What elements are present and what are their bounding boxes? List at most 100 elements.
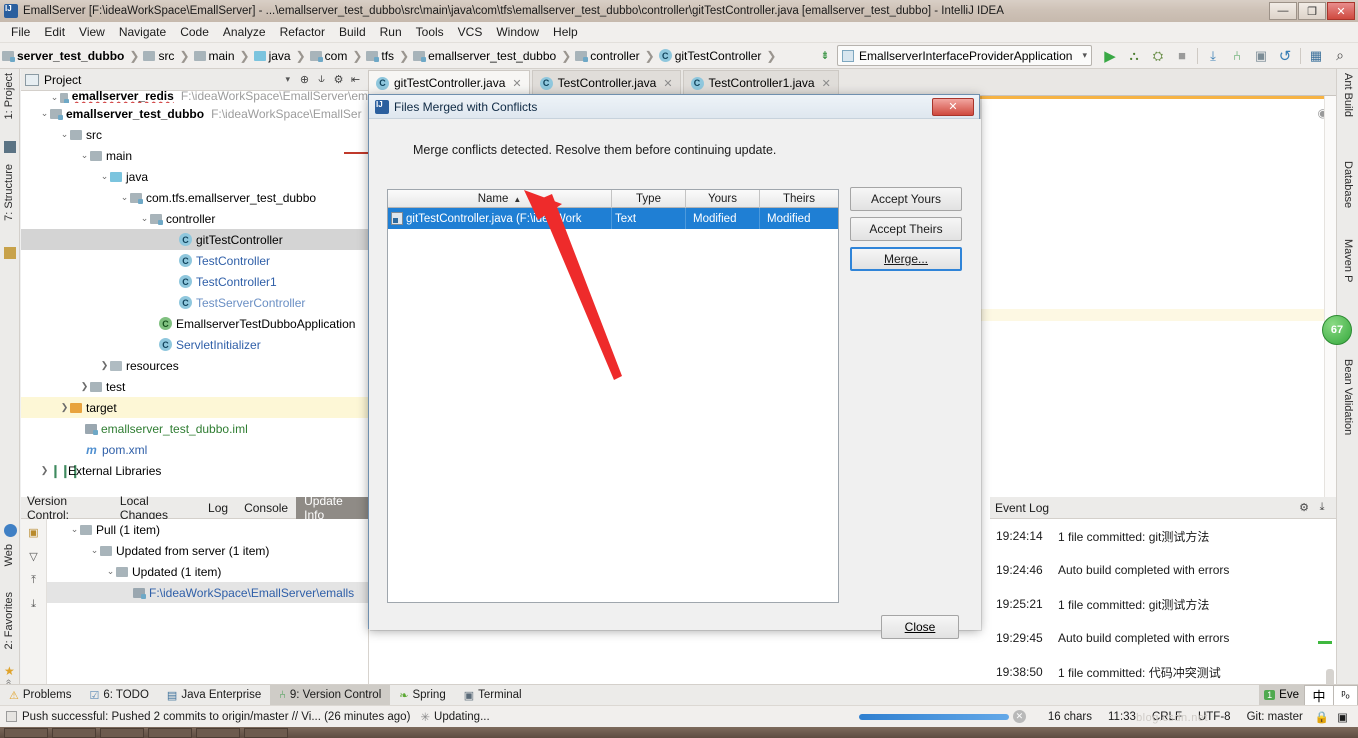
twisty-icon[interactable]: ❯ bbox=[39, 465, 50, 476]
event-log-scrollbar[interactable] bbox=[1326, 669, 1334, 684]
sidebar-item-ant-build[interactable]: Ant Build bbox=[1342, 73, 1354, 117]
twisty-icon[interactable]: ⌄ bbox=[39, 108, 50, 119]
breadcrumb-class[interactable]: C gitTestController bbox=[658, 49, 764, 63]
tool-tab-spring[interactable]: ❧ Spring bbox=[390, 685, 454, 706]
column-header-theirs[interactable]: Theirs bbox=[760, 190, 838, 208]
twisty-icon[interactable]: ❯ bbox=[59, 402, 70, 413]
sort-numeric-icon[interactable]: ⇟ bbox=[813, 45, 837, 67]
debug-icon[interactable]: ⛬ bbox=[1122, 45, 1146, 67]
twisty-icon[interactable]: ⌄ bbox=[105, 566, 116, 577]
hide-icon[interactable]: ⇤ bbox=[347, 71, 364, 89]
run-configuration-selector[interactable]: EmallserverInterfaceProviderApplication … bbox=[837, 45, 1092, 66]
menu-edit[interactable]: Edit bbox=[37, 23, 72, 41]
tab-log[interactable]: Log bbox=[200, 497, 236, 519]
vcs-commit-icon[interactable]: ⑃ bbox=[1225, 45, 1249, 67]
twisty-icon[interactable]: ❯ bbox=[79, 381, 90, 392]
tree-row-target[interactable]: ❯ target bbox=[21, 397, 368, 418]
search-icon[interactable]: ⌕ bbox=[1328, 45, 1352, 67]
taskbar-item[interactable] bbox=[100, 728, 144, 738]
list-item[interactable]: 19:25:21 1 file committed: git测试方法 bbox=[990, 587, 1336, 621]
accept-yours-button[interactable]: Accept Yours bbox=[850, 187, 962, 211]
taskbar-item[interactable] bbox=[148, 728, 192, 738]
tree-row[interactable]: ⌄ Updated (1 item) bbox=[47, 561, 368, 582]
menu-analyze[interactable]: Analyze bbox=[216, 23, 273, 41]
breadcrumb-package[interactable]: emallserver_test_dubbo bbox=[412, 49, 558, 63]
taskbar-item[interactable] bbox=[244, 728, 288, 738]
cancel-icon[interactable]: ✕ bbox=[1012, 710, 1026, 723]
twisty-icon[interactable]: ⌄ bbox=[119, 192, 130, 203]
expand-all-icon[interactable]: ⤒ bbox=[24, 570, 44, 590]
twisty-icon[interactable]: ⌄ bbox=[59, 129, 70, 140]
sidebar-item-project[interactable]: 1: Project bbox=[3, 73, 15, 119]
memory-indicator-icon[interactable] bbox=[6, 711, 17, 722]
list-item[interactable]: 19:24:46 Auto build completed with error… bbox=[990, 553, 1336, 587]
close-window-button[interactable]: ✕ bbox=[1327, 2, 1355, 20]
conflicts-table[interactable]: Name ▲ Type Yours Theirs gitTestControll… bbox=[387, 189, 839, 603]
close-dialog-button[interactable]: Close bbox=[881, 615, 959, 639]
tree-row[interactable]: ❯ resources bbox=[99, 355, 368, 376]
tree-row-git-test-controller[interactable]: C gitTestController bbox=[21, 229, 368, 250]
column-header-type[interactable]: Type bbox=[612, 190, 686, 208]
menu-window[interactable]: Window bbox=[489, 23, 546, 41]
taskbar-item[interactable] bbox=[52, 728, 96, 738]
menu-refactor[interactable]: Refactor bbox=[273, 23, 332, 41]
collapse-target-icon[interactable]: ⊕ bbox=[296, 71, 313, 89]
update-info-tree[interactable]: ⌄ Pull (1 item) ⌄ Updated from server (1… bbox=[47, 519, 368, 684]
tool-tab-version-control[interactable]: ⑃ 9: Version Control bbox=[270, 684, 391, 706]
tree-row[interactable]: emallserver_test_dubbo.iml bbox=[21, 418, 368, 439]
tab-console[interactable]: Console bbox=[236, 497, 296, 519]
menu-navigate[interactable]: Navigate bbox=[112, 23, 173, 41]
filter-icon[interactable]: ▽ bbox=[24, 546, 44, 566]
layout-icon[interactable]: ▦ bbox=[1304, 45, 1328, 67]
list-item[interactable]: 19:38:50 1 file committed: 代码冲突测试 bbox=[990, 655, 1336, 684]
revert-icon[interactable]: ↺ bbox=[1273, 45, 1297, 67]
inspection-badge[interactable]: 67 bbox=[1322, 315, 1352, 345]
expand-collapse-icon[interactable]: ⫝ bbox=[313, 71, 330, 89]
event-log-list[interactable]: 19:24:14 1 file committed: git测试方法 19:24… bbox=[990, 519, 1336, 684]
lock-icon[interactable]: 🔒 bbox=[1311, 710, 1333, 724]
tree-row[interactable]: ⌄ com.tfs.emallserver_test_dubbo bbox=[119, 187, 368, 208]
merge-button[interactable]: Merge... bbox=[850, 247, 962, 271]
close-icon[interactable]: ✕ bbox=[512, 77, 521, 90]
twisty-icon[interactable]: ⌄ bbox=[49, 92, 60, 103]
breadcrumb-com[interactable]: com bbox=[309, 49, 350, 63]
tool-tab-todo[interactable]: ☑ 6: TODO bbox=[80, 685, 157, 706]
twisty-icon[interactable]: ⌄ bbox=[99, 171, 110, 182]
list-item[interactable]: 19:29:45 Auto build completed with error… bbox=[990, 621, 1336, 655]
breadcrumb-main[interactable]: main bbox=[193, 49, 237, 63]
menu-help[interactable]: Help bbox=[546, 23, 585, 41]
sidebar-item-database[interactable]: Database bbox=[1342, 161, 1354, 208]
menu-view[interactable]: View bbox=[72, 23, 112, 41]
tree-row[interactable]: ⌄ controller bbox=[139, 208, 368, 229]
tree-row[interactable]: ⌄ src bbox=[59, 124, 368, 145]
menu-vcs[interactable]: VCS bbox=[451, 23, 490, 41]
tab-update-info[interactable]: Update Info bbox=[296, 494, 368, 522]
accept-theirs-button[interactable]: Accept Theirs bbox=[850, 217, 962, 241]
settings-icon[interactable]: ⚙ bbox=[330, 71, 347, 89]
breadcrumb-controller[interactable]: controller bbox=[574, 49, 641, 63]
tree-row[interactable]: ⌄ main bbox=[79, 145, 368, 166]
git-branch[interactable]: Git: master bbox=[1239, 711, 1311, 723]
column-header-yours[interactable]: Yours bbox=[686, 190, 760, 208]
sidebar-item-favorites[interactable]: 2: Favorites bbox=[3, 592, 15, 649]
update-project-icon[interactable]: ⤓ bbox=[1201, 45, 1225, 67]
close-icon[interactable]: ✕ bbox=[822, 77, 831, 90]
tab-git-test-controller[interactable]: C gitTestController.java ✕ bbox=[368, 70, 530, 95]
event-log-badge[interactable]: 1 Eve bbox=[1259, 684, 1304, 706]
menu-build[interactable]: Build bbox=[332, 23, 373, 41]
tree-row[interactable]: C TestController bbox=[21, 250, 368, 271]
coverage-icon[interactable]: ⛭ bbox=[1146, 45, 1170, 67]
sidebar-item-web[interactable]: Web bbox=[3, 544, 15, 566]
tree-row[interactable]: ⌄ emallserver_test_dubbo F:\ideaWorkSpac… bbox=[39, 103, 368, 124]
twisty-icon[interactable]: ❯ bbox=[99, 360, 110, 371]
menu-file[interactable]: File bbox=[4, 23, 37, 41]
menu-run[interactable]: Run bbox=[373, 23, 409, 41]
chevron-down-icon[interactable]: ▾ bbox=[285, 74, 290, 85]
maximize-button[interactable]: ❐ bbox=[1298, 2, 1326, 20]
tool-tab-java-enterprise[interactable]: ▤ Java Enterprise bbox=[158, 685, 270, 706]
tree-row[interactable]: ❯ ❙❙❙ External Libraries bbox=[39, 460, 368, 481]
tool-tab-problems[interactable]: ⚠ Problems bbox=[0, 685, 80, 706]
sidebar-item-bean-validation[interactable]: Bean Validation bbox=[1342, 359, 1354, 435]
twisty-icon[interactable]: ⌄ bbox=[69, 524, 80, 535]
taskbar-item[interactable] bbox=[4, 728, 48, 738]
